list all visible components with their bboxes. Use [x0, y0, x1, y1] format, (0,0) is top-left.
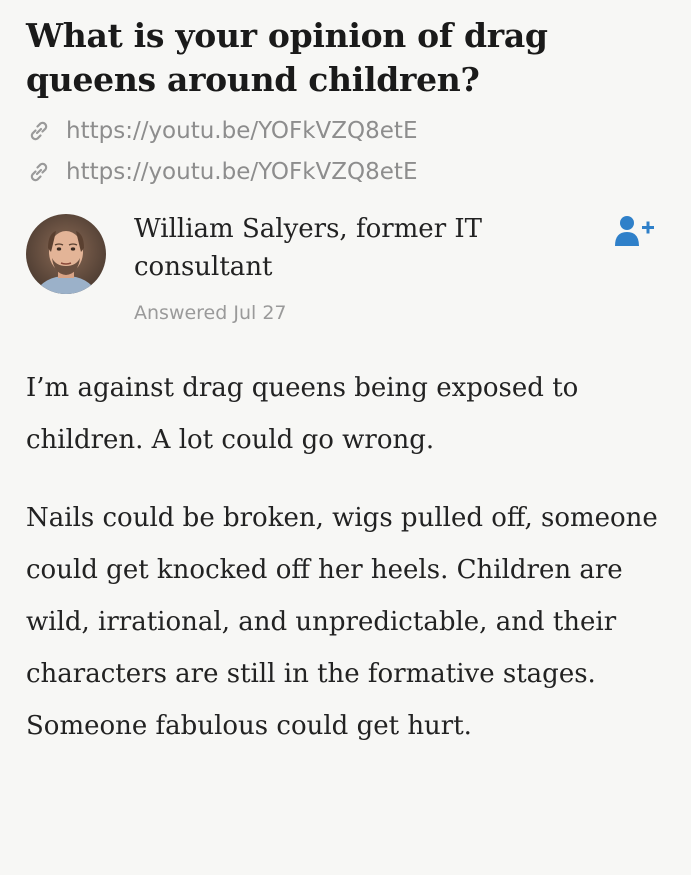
answer-header: William Salyers, former IT consultant An…	[26, 202, 667, 352]
answered-date: Answered Jul 27	[134, 302, 287, 324]
link-icon	[26, 158, 58, 186]
video-link[interactable]: https://youtu.be/YOFkVZQ8etE	[26, 110, 667, 151]
avatar[interactable]	[26, 214, 106, 294]
link-text[interactable]: https://youtu.be/YOFkVZQ8etE	[66, 159, 417, 185]
answer-paragraph: Nails could be broken, wigs pulled off, …	[26, 503, 658, 741]
author-name[interactable]: William Salyers, former IT consultant	[134, 210, 594, 286]
question-title[interactable]: What is your opinion of drag queens arou…	[26, 14, 646, 102]
link-icon	[26, 117, 58, 145]
follow-user-icon[interactable]	[612, 214, 660, 250]
answer-paragraph: I’m against drag queens being exposed to…	[26, 373, 579, 455]
link-text[interactable]: https://youtu.be/YOFkVZQ8etE	[66, 118, 417, 144]
quora-answer-page: What is your opinion of drag queens arou…	[0, 0, 691, 875]
answer-body: I’m against drag queens being exposed to…	[26, 362, 676, 752]
video-link[interactable]: https://youtu.be/YOFkVZQ8etE	[26, 151, 667, 192]
